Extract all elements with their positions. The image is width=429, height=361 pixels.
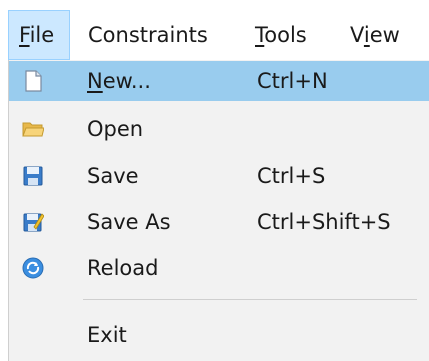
menu-item-save-label: Save [87,164,139,188]
menu-file-mnemonic: F [19,23,30,47]
menu-item-reload[interactable]: Reload [9,248,429,288]
menu-view-label-rest: ew [369,23,400,47]
menu-view[interactable]: View [350,12,420,58]
menu-view-label-pre: V [350,23,364,47]
new-document-icon [22,70,44,92]
menu-item-open[interactable]: Open [9,109,429,149]
menu-bar: File Constraints Tools View [0,0,429,68]
menu-constraints-label: Constraints [88,23,208,47]
menu-tools-label: ools [264,23,307,47]
menu-file[interactable]: File [8,10,70,60]
reload-icon [22,257,44,279]
menu-file-label: ile [29,23,55,47]
menu-item-save[interactable]: Save Ctrl+S [9,156,429,196]
menu-item-exit[interactable]: Exit [9,315,429,355]
menu-item-save-as[interactable]: Save As Ctrl+Shift+S [9,202,429,242]
open-folder-icon [22,118,45,140]
menu-item-new-label: ew... [102,69,151,93]
menu-item-new[interactable]: New... Ctrl+N [9,61,429,101]
menu-item-open-label: Open [87,117,144,141]
menu-item-save-as-label: Save As [87,210,171,234]
menu-item-save-shortcut: Ctrl+S [257,164,326,188]
file-dropdown-menu: New... Ctrl+N Open Save Ctrl+S Save As C… [8,60,429,361]
menu-item-reload-label: Reload [87,256,159,280]
menu-tools[interactable]: Tools [255,12,325,58]
menu-item-save-as-shortcut: Ctrl+Shift+S [257,210,391,234]
save-as-icon [22,211,45,233]
save-icon [22,165,44,187]
menu-item-exit-label: Exit [87,323,127,347]
menu-constraints[interactable]: Constraints [88,12,228,58]
menu-item-new-shortcut: Ctrl+N [257,69,328,93]
menu-item-new-mnemonic: N [87,69,103,93]
menu-separator [83,299,417,300]
menu-tools-mnemonic: T [255,23,265,47]
